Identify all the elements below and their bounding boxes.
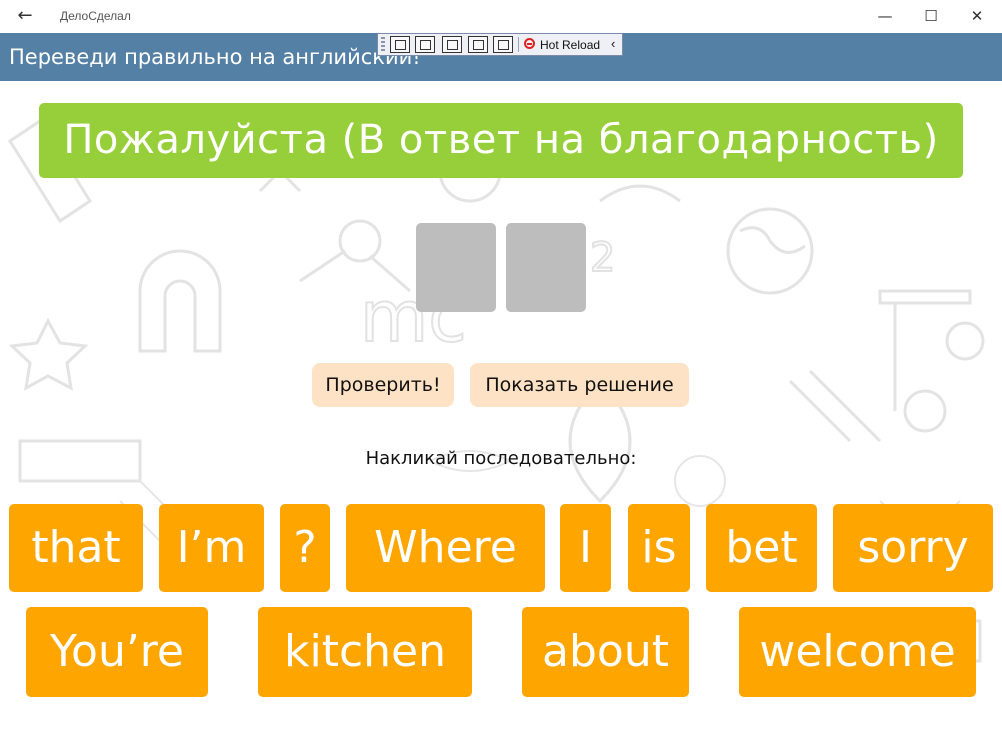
- word-tile[interactable]: kitchen: [258, 607, 472, 697]
- word-tile[interactable]: You’re: [26, 607, 208, 697]
- word-tile[interactable]: welcome: [739, 607, 976, 697]
- prompt-word: Пожалуйста (В ответ на благодарность): [39, 103, 963, 178]
- grip-icon[interactable]: [381, 37, 385, 52]
- back-arrow-icon[interactable]: ←: [12, 4, 38, 28]
- word-tile[interactable]: bet: [706, 504, 817, 592]
- adorners-icon[interactable]: [442, 36, 462, 53]
- title-bar: ← ДелоСделал — ☐ ✕: [0, 0, 1002, 33]
- answer-slot[interactable]: [416, 223, 496, 312]
- word-tile[interactable]: ?: [280, 504, 330, 592]
- minimize-button[interactable]: —: [862, 0, 908, 33]
- track-focus-icon[interactable]: [493, 36, 513, 53]
- layout-adorners-icon[interactable]: [468, 36, 488, 53]
- check-button[interactable]: Проверить!: [312, 363, 454, 407]
- word-tile[interactable]: about: [522, 607, 689, 697]
- word-tile[interactable]: sorry: [833, 504, 993, 592]
- close-button[interactable]: ✕: [954, 0, 1000, 33]
- word-tile[interactable]: I’m: [159, 504, 264, 592]
- maximize-button[interactable]: ☐: [908, 0, 954, 33]
- answer-slot[interactable]: [506, 223, 586, 312]
- word-tile[interactable]: is: [628, 504, 690, 592]
- click-instructions: Накликай последовательно:: [365, 448, 637, 469]
- hot-reload-label[interactable]: Hot Reload: [540, 38, 600, 52]
- app-title: ДелоСделал: [60, 9, 131, 23]
- word-tile[interactable]: I: [560, 504, 611, 592]
- header-instruction: Переведи правильно на английский!: [9, 45, 421, 69]
- word-tile[interactable]: that: [9, 504, 143, 592]
- hot-reload-icon[interactable]: [524, 38, 535, 49]
- word-tile[interactable]: Where: [346, 504, 545, 592]
- show-solution-button[interactable]: Показать решение: [470, 363, 689, 407]
- toolbar-separator: [518, 37, 519, 52]
- select-element-icon[interactable]: [415, 36, 435, 53]
- live-tree-icon[interactable]: [390, 36, 410, 53]
- collapse-chevron-icon[interactable]: ‹: [611, 36, 615, 51]
- debug-toolbar: Hot Reload ‹: [377, 33, 623, 56]
- svg-text:2: 2: [590, 235, 615, 281]
